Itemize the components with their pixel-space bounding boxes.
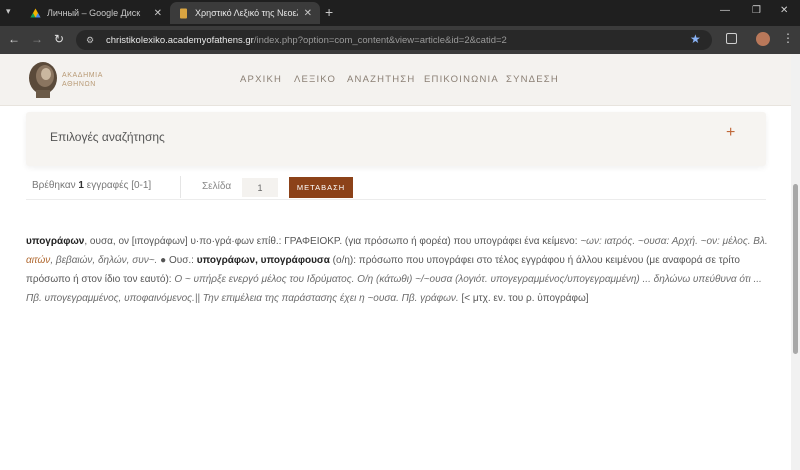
back-icon[interactable]: ← (8, 32, 20, 46)
google-drive-icon (30, 8, 41, 19)
url-host: christikolexiko.academyofathens.gr (106, 34, 254, 46)
results-bar: Βρέθηκαν 1 εγγραφές [0-1] Σελίδα ΜΕΤΑΒΑΣ… (26, 174, 766, 200)
divider (180, 176, 181, 198)
site-info-icon[interactable]: ⚙ (86, 35, 98, 46)
nav-home[interactable]: ΑΡΧΙΚΗ (240, 74, 282, 85)
browser-toolbar: ← → ↻ ⚙ christikolexiko.academyofathens.… (0, 26, 800, 54)
tab-title: Личный – Google Диск (47, 8, 141, 18)
scrollbar-thumb[interactable] (793, 184, 798, 354)
tab-dictionary[interactable]: Χρηστικό Λεξικό της Νεοελληνικής ✕ (170, 2, 320, 24)
dictionary-entry: υπογράφων, ουσα, ον [ιπογράφων] υ·πο·γρά… (26, 236, 768, 304)
forward-icon[interactable]: → (31, 32, 43, 46)
web-page: ΑΚΑΔΗΜΙΑ ΑΘΗΝΩΝ ΑΡΧΙΚΗ ΛΕΞΙΚΟ ΑΝΑΖΗΤΗΣΗ … (0, 54, 791, 470)
page-label: Σελίδα (202, 181, 232, 192)
logo-text: ΑΚΑΔΗΜΙΑ ΑΘΗΝΩΝ (62, 72, 103, 88)
lemma: υπογράφων (26, 236, 85, 247)
go-button[interactable]: ΜΕΤΑΒΑΣΗ (289, 177, 353, 198)
bookmark-star-icon[interactable]: ★ (690, 32, 701, 46)
close-tab-icon[interactable]: ✕ (154, 8, 162, 19)
search-options-panel[interactable]: Επιλογές αναζήτησης + (26, 112, 766, 166)
url-path: /index.php?option=com_content&view=artic… (253, 34, 507, 46)
browser-menu-icon[interactable]: ⋮ (782, 31, 794, 45)
new-tab-icon[interactable]: + (325, 4, 333, 20)
page-number-input[interactable] (242, 178, 278, 197)
profile-avatar[interactable] (756, 32, 770, 46)
site-header: ΑΚΑΔΗΜΙΑ ΑΘΗΝΩΝ ΑΡΧΙΚΗ ΛΕΞΙΚΟ ΑΝΑΖΗΤΗΣΗ … (0, 54, 791, 106)
nav-dictionary[interactable]: ΛΕΞΙΚΟ (294, 74, 336, 85)
minimize-icon[interactable]: — (720, 5, 730, 16)
search-options-title: Επιλογές αναζήτησης (50, 130, 165, 144)
nav-contact[interactable]: ΕΠΙΚΟΙΝΩΝΙΑ (424, 74, 499, 85)
close-tab-icon[interactable]: ✕ (304, 8, 312, 19)
nav-login[interactable]: ΣΥΝΔΕΣΗ (506, 74, 559, 85)
expand-plus-icon[interactable]: + (726, 124, 735, 142)
results-count: Βρέθηκαν 1 εγγραφές [0-1] (32, 180, 152, 191)
tab-google-drive[interactable]: Личный – Google Диск ✕ (22, 2, 170, 24)
site-favicon-icon (178, 8, 189, 19)
extensions-icon[interactable] (726, 33, 737, 44)
restore-icon[interactable]: ❐ (752, 5, 761, 16)
crossref-link[interactable]: αιτών (26, 255, 50, 266)
page-scrollbar[interactable] (791, 54, 800, 470)
tab-search-icon[interactable]: ▾ (6, 6, 11, 17)
tab-title: Χρηστικό Λεξικό της Νεοελληνικής (195, 8, 298, 18)
tab-strip: ▾ Личный – Google Диск ✕ Χρηστικό Λεξικό… (0, 0, 800, 26)
academy-logo-icon[interactable] (26, 60, 60, 100)
close-window-icon[interactable]: ✕ (780, 5, 788, 16)
reload-icon[interactable]: ↻ (54, 32, 64, 46)
address-bar[interactable]: ⚙ christikolexiko.academyofathens.gr /in… (76, 30, 712, 50)
nav-search[interactable]: ΑΝΑΖΗΤΗΣΗ (347, 74, 415, 85)
noun-lemma: υπογράφων, υπογράφουσα (196, 255, 330, 266)
